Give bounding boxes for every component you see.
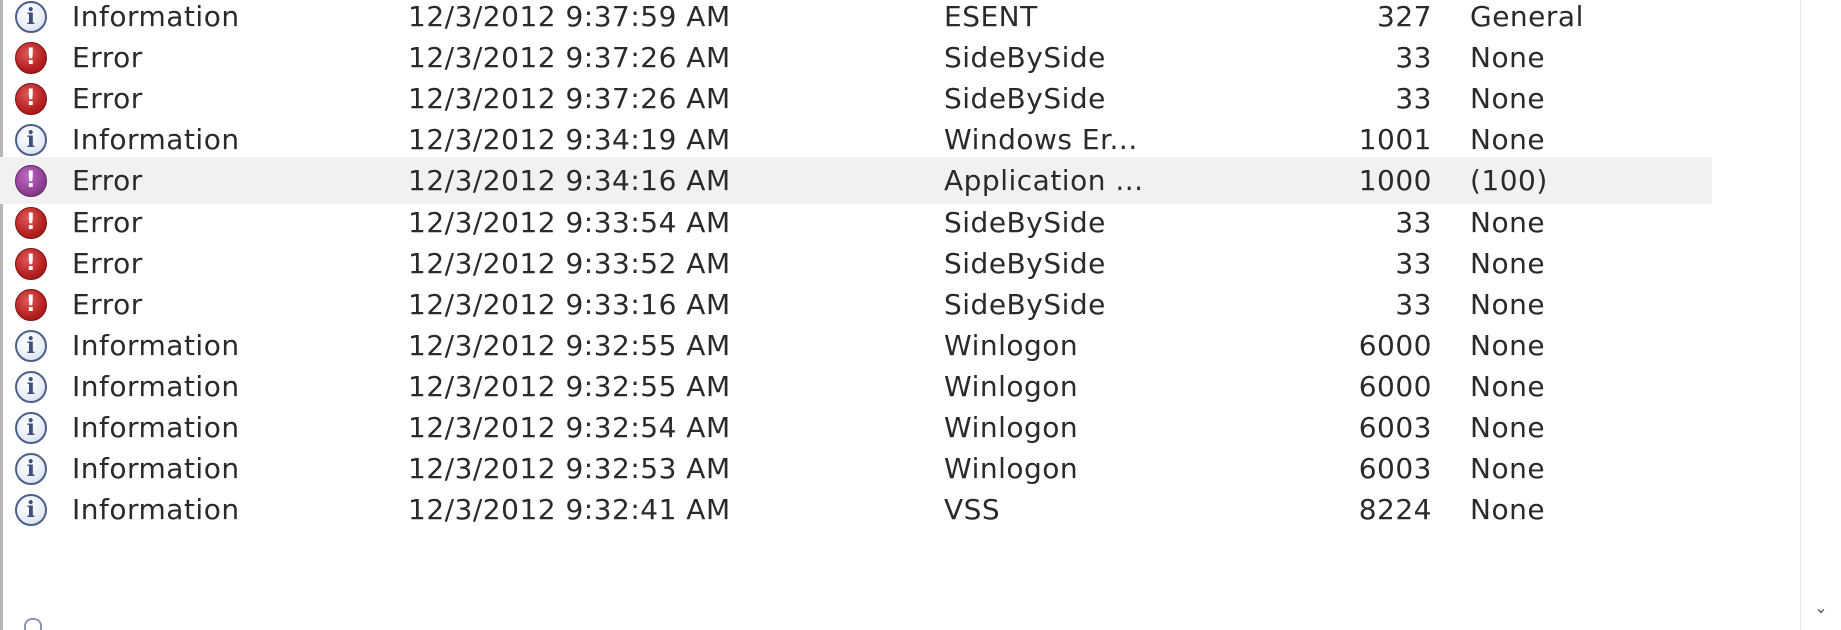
task-category-cell: None: [1470, 123, 1546, 157]
task-category-cell: None: [1470, 328, 1546, 362]
level-cell: Information: [72, 369, 240, 403]
table-row[interactable]: i Information 12/3/2012 9:32:53 AM Winlogon…: [0, 445, 1712, 492]
date-time-cell: 12/3/2012 9:33:54 AM: [408, 205, 731, 239]
event-id-cell: 33: [1395, 205, 1432, 239]
task-category-cell: None: [1470, 246, 1546, 280]
date-time-cell: 12/3/2012 9:34:19 AM: [408, 123, 731, 157]
table-row[interactable]: i Information 12/3/2012 9:32:55 AM Winlogon…: [0, 322, 1712, 369]
event-id-cell: 8224: [1358, 493, 1432, 527]
info-icon: i: [15, 494, 47, 527]
task-category-cell: None: [1470, 493, 1546, 527]
level-cell: Error: [72, 82, 143, 116]
info-icon: i: [15, 370, 47, 403]
date-time-cell: 12/3/2012 9:33:52 AM: [408, 246, 731, 280]
source-cell: SideBySide: [944, 287, 1106, 321]
info-icon: i: [15, 329, 47, 362]
level-cell: Information: [72, 411, 240, 444]
event-list-view: i Information 12/3/2012 9:37:59 AM ESENT 327…: [0, 0, 1841, 630]
info-icon: i: [15, 412, 47, 444]
level-cell: Error: [72, 41, 143, 75]
table-row[interactable]: ! Error 12/3/2012 9:37:26 AM SideBySide 33 No…: [0, 34, 1712, 81]
event-id-cell: 6000: [1358, 328, 1432, 362]
table-row[interactable]: ! Error 12/3/2012 9:33:16 AM SideBySide 33 No…: [0, 281, 1712, 328]
source-cell: Windows Er...: [944, 123, 1138, 157]
info-icon: i: [15, 124, 47, 157]
event-id-cell: 33: [1395, 246, 1432, 280]
event-id-cell: 6003: [1358, 452, 1432, 486]
event-id-cell: 1000: [1358, 164, 1432, 198]
task-category-cell: None: [1470, 369, 1546, 403]
error-icon: !: [15, 165, 47, 198]
source-cell: SideBySide: [944, 41, 1106, 75]
table-row[interactable]: ! Error 12/3/2012 9:37:26 AM SideBySide 33 No…: [0, 75, 1712, 122]
date-time-cell: 12/3/2012 9:32:53 AM: [408, 452, 731, 486]
source-cell: Winlogon: [944, 328, 1079, 362]
date-time-cell: 12/3/2012 9:32:41 AM: [408, 493, 731, 527]
info-icon: i: [15, 453, 47, 486]
event-id-cell: 33: [1395, 41, 1432, 75]
task-category-cell: None: [1470, 287, 1546, 321]
source-cell: SideBySide: [944, 205, 1106, 239]
event-id-cell: 6003: [1358, 411, 1432, 444]
task-category-cell: None: [1470, 452, 1546, 486]
table-row[interactable]: i Information 12/3/2012 9:34:19 AM Windows …: [0, 116, 1712, 163]
partial-next-row-icon: [24, 618, 42, 630]
task-category-cell: None: [1470, 205, 1546, 239]
level-cell: Information: [72, 123, 240, 157]
level-cell: Information: [72, 452, 240, 486]
event-id-cell: 33: [1395, 82, 1432, 116]
table-row[interactable]: i Information 12/3/2012 9:32:41 AM VSS 8224 N…: [0, 486, 1712, 533]
event-id-cell: 33: [1395, 287, 1432, 321]
level-cell: Error: [72, 205, 143, 239]
level-cell: Error: [72, 287, 143, 321]
date-time-cell: 12/3/2012 9:32:54 AM: [408, 411, 731, 444]
table-row[interactable]: ! Error 12/3/2012 9:33:54 AM SideBySide 33 No…: [0, 199, 1712, 246]
source-cell: Winlogon: [944, 452, 1079, 486]
level-cell: Information: [72, 493, 240, 527]
date-time-cell: 12/3/2012 9:32:55 AM: [408, 328, 731, 362]
event-id-cell: 6000: [1358, 369, 1432, 403]
error-icon: !: [15, 42, 47, 75]
task-category-cell: None: [1470, 411, 1546, 444]
source-cell: Application ...: [944, 164, 1144, 198]
table-row[interactable]: i Information 12/3/2012 9:32:55 AM Winlogon…: [0, 363, 1712, 410]
task-category-cell: (100): [1470, 164, 1548, 198]
source-cell: VSS: [944, 493, 1001, 527]
source-cell: SideBySide: [944, 246, 1106, 280]
level-cell: Error: [72, 164, 143, 198]
table-row[interactable]: i Information 12/3/2012 9:32:54 AM Winlogon…: [0, 404, 1712, 451]
info-icon: i: [15, 1, 47, 33]
source-cell: Winlogon: [944, 411, 1079, 444]
level-cell: Error: [72, 246, 143, 280]
error-icon: !: [15, 83, 47, 116]
table-row[interactable]: ! Error 12/3/2012 9:34:16 AM Application ..…: [0, 157, 1712, 205]
task-category-cell: None: [1470, 82, 1546, 116]
error-icon: !: [15, 206, 47, 239]
date-time-cell: 12/3/2012 9:37:26 AM: [408, 82, 731, 116]
vertical-scrollbar[interactable]: [1800, 0, 1841, 630]
date-time-cell: 12/3/2012 9:37:26 AM: [408, 41, 731, 75]
source-cell: SideBySide: [944, 82, 1106, 116]
table-row[interactable]: ! Error 12/3/2012 9:33:52 AM SideBySide 33 No…: [0, 240, 1712, 287]
error-icon: !: [15, 247, 47, 280]
event-id-cell: 1001: [1358, 123, 1432, 157]
error-icon: !: [15, 288, 47, 321]
date-time-cell: 12/3/2012 9:32:55 AM: [408, 369, 731, 403]
task-category-cell: None: [1470, 41, 1546, 75]
scroll-down-icon[interactable]: ⌄: [1811, 598, 1831, 618]
date-time-cell: 12/3/2012 9:33:16 AM: [408, 287, 731, 321]
date-time-cell: 12/3/2012 9:34:16 AM: [408, 164, 731, 198]
source-cell: Winlogon: [944, 369, 1079, 403]
level-cell: Information: [72, 328, 240, 362]
